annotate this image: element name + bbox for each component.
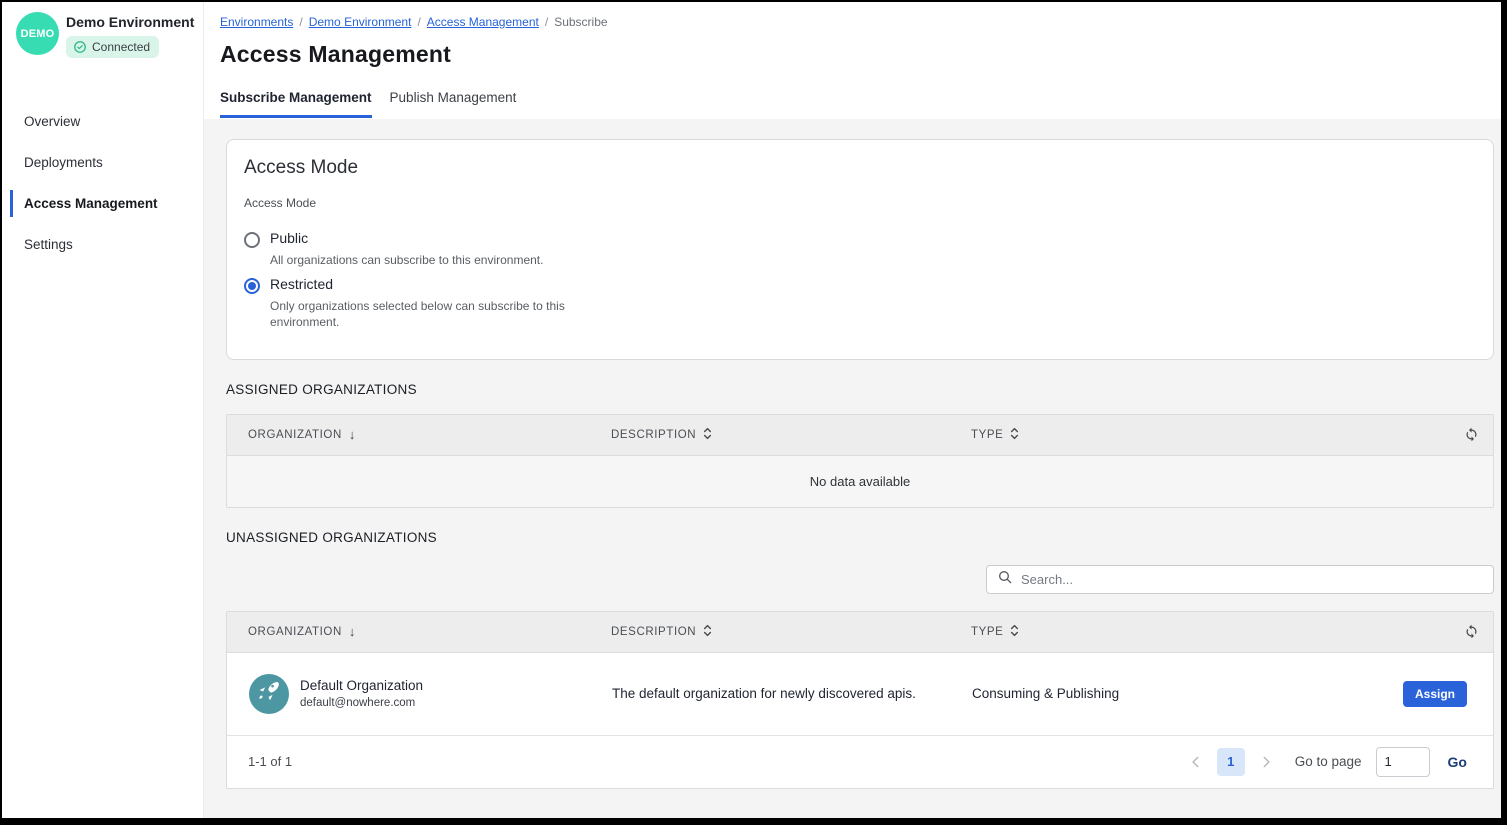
check-circle-icon bbox=[73, 40, 87, 54]
column-header-description[interactable]: DESCRIPTION bbox=[611, 427, 971, 443]
tab-bar: Subscribe Management Publish Management bbox=[220, 90, 1501, 118]
assigned-organizations-heading: ASSIGNED ORGANIZATIONS bbox=[226, 382, 1494, 397]
breadcrumb-link-access-management[interactable]: Access Management bbox=[427, 15, 539, 29]
table-header: ORGANIZATION ↓ DESCRIPTION TYPE bbox=[227, 415, 1493, 456]
main-area: Environments / Demo Environment / Access… bbox=[204, 2, 1501, 818]
pagination-range: 1-1 of 1 bbox=[248, 754, 292, 769]
next-page-icon[interactable] bbox=[1259, 755, 1273, 769]
column-label: TYPE bbox=[971, 429, 1003, 441]
radio-restricted-description: Only organizations selected below can su… bbox=[270, 298, 565, 330]
unassigned-organizations-heading: UNASSIGNED ORGANIZATIONS bbox=[226, 530, 1494, 545]
sort-descending-icon: ↓ bbox=[349, 427, 356, 442]
assigned-organizations-table: ORGANIZATION ↓ DESCRIPTION TYPE bbox=[226, 414, 1494, 508]
sidebar-nav: Overview Deployments Access Management S… bbox=[2, 105, 203, 261]
table-header: ORGANIZATION ↓ DESCRIPTION TYPE bbox=[227, 612, 1493, 653]
sidebar-item-deployments[interactable]: Deployments bbox=[2, 146, 203, 179]
tab-subscribe-management[interactable]: Subscribe Management bbox=[220, 90, 372, 118]
goto-page-label: Go to page bbox=[1295, 754, 1362, 769]
description-cell: The default organization for newly disco… bbox=[612, 686, 972, 701]
assign-button[interactable]: Assign bbox=[1403, 681, 1467, 707]
search-box[interactable] bbox=[986, 565, 1494, 594]
breadcrumb-separator: / bbox=[417, 15, 420, 29]
column-header-type[interactable]: TYPE bbox=[971, 427, 1449, 443]
access-mode-card: Access Mode Access Mode Public All organ… bbox=[226, 139, 1494, 360]
column-label: TYPE bbox=[971, 626, 1003, 638]
content-area: Access Mode Access Mode Public All organ… bbox=[204, 119, 1501, 818]
sidebar-item-settings[interactable]: Settings bbox=[2, 228, 203, 261]
previous-page-icon[interactable] bbox=[1189, 755, 1203, 769]
breadcrumb-separator: / bbox=[545, 15, 548, 29]
sort-both-icon bbox=[703, 624, 712, 640]
access-mode-radio-group: Public All organizations can subscribe t… bbox=[244, 230, 1475, 331]
organization-avatar bbox=[249, 674, 289, 714]
column-label: ORGANIZATION bbox=[248, 429, 342, 441]
search-input[interactable] bbox=[1021, 572, 1483, 587]
radio-public[interactable] bbox=[244, 232, 260, 248]
organization-email: default@nowhere.com bbox=[300, 697, 423, 709]
column-header-organization[interactable]: ORGANIZATION ↓ bbox=[248, 624, 611, 639]
goto-page-input[interactable] bbox=[1376, 747, 1430, 777]
radio-option-public[interactable]: Public All organizations can subscribe t… bbox=[244, 230, 1475, 268]
rocket-icon bbox=[258, 680, 280, 707]
go-button[interactable]: Go bbox=[1448, 754, 1467, 770]
sort-both-icon bbox=[703, 427, 712, 443]
column-header-description[interactable]: DESCRIPTION bbox=[611, 624, 971, 640]
empty-state: No data available bbox=[227, 456, 1493, 507]
column-label: DESCRIPTION bbox=[611, 626, 696, 638]
type-cell: Consuming & Publishing bbox=[972, 686, 1403, 701]
page-title: Access Management bbox=[220, 41, 1501, 68]
search-icon bbox=[997, 569, 1013, 590]
radio-public-label: Public bbox=[270, 230, 543, 246]
pagination-bar: 1-1 of 1 1 Go to page Go bbox=[227, 736, 1493, 788]
access-mode-field-label: Access Mode bbox=[244, 196, 1475, 210]
radio-option-restricted[interactable]: Restricted Only organizations selected b… bbox=[244, 276, 1475, 330]
table-row: Default Organization default@nowhere.com… bbox=[227, 653, 1493, 736]
breadcrumb: Environments / Demo Environment / Access… bbox=[220, 15, 1501, 29]
breadcrumb-separator: / bbox=[299, 15, 302, 29]
column-header-type[interactable]: TYPE bbox=[971, 624, 1449, 640]
sort-both-icon bbox=[1010, 624, 1019, 640]
page-header: Environments / Demo Environment / Access… bbox=[204, 2, 1501, 119]
column-header-organization[interactable]: ORGANIZATION ↓ bbox=[248, 427, 611, 442]
app-window: DEMO Demo Environment Connected Overview… bbox=[2, 2, 1501, 818]
environment-name: Demo Environment bbox=[66, 14, 194, 30]
radio-restricted[interactable] bbox=[244, 278, 260, 294]
search-row bbox=[226, 565, 1494, 594]
organization-cell: Default Organization default@nowhere.com bbox=[249, 674, 612, 714]
unassigned-organizations-table: ORGANIZATION ↓ DESCRIPTION TYPE bbox=[226, 611, 1494, 789]
environment-avatar: DEMO bbox=[16, 12, 59, 55]
tab-publish-management[interactable]: Publish Management bbox=[390, 90, 517, 118]
refresh-icon[interactable] bbox=[1464, 427, 1479, 442]
sidebar: DEMO Demo Environment Connected Overview… bbox=[2, 2, 204, 818]
access-mode-card-title: Access Mode bbox=[244, 157, 1475, 179]
column-label: DESCRIPTION bbox=[611, 429, 696, 441]
organization-name: Default Organization bbox=[300, 678, 423, 693]
status-badge: Connected bbox=[66, 36, 159, 58]
environment-header: DEMO Demo Environment Connected bbox=[2, 2, 203, 59]
refresh-icon[interactable] bbox=[1464, 624, 1479, 639]
column-label: ORGANIZATION bbox=[248, 626, 342, 638]
radio-public-description: All organizations can subscribe to this … bbox=[270, 252, 543, 268]
status-badge-label: Connected bbox=[92, 40, 150, 54]
sort-descending-icon: ↓ bbox=[349, 624, 356, 639]
breadcrumb-link-demo-environment[interactable]: Demo Environment bbox=[309, 15, 412, 29]
sort-both-icon bbox=[1010, 427, 1019, 443]
sidebar-item-overview[interactable]: Overview bbox=[2, 105, 203, 138]
breadcrumb-current: Subscribe bbox=[554, 15, 607, 29]
sidebar-item-access-management[interactable]: Access Management bbox=[2, 187, 203, 220]
radio-restricted-label: Restricted bbox=[270, 276, 565, 292]
breadcrumb-link-environments[interactable]: Environments bbox=[220, 15, 293, 29]
page-number-button[interactable]: 1 bbox=[1217, 748, 1245, 776]
